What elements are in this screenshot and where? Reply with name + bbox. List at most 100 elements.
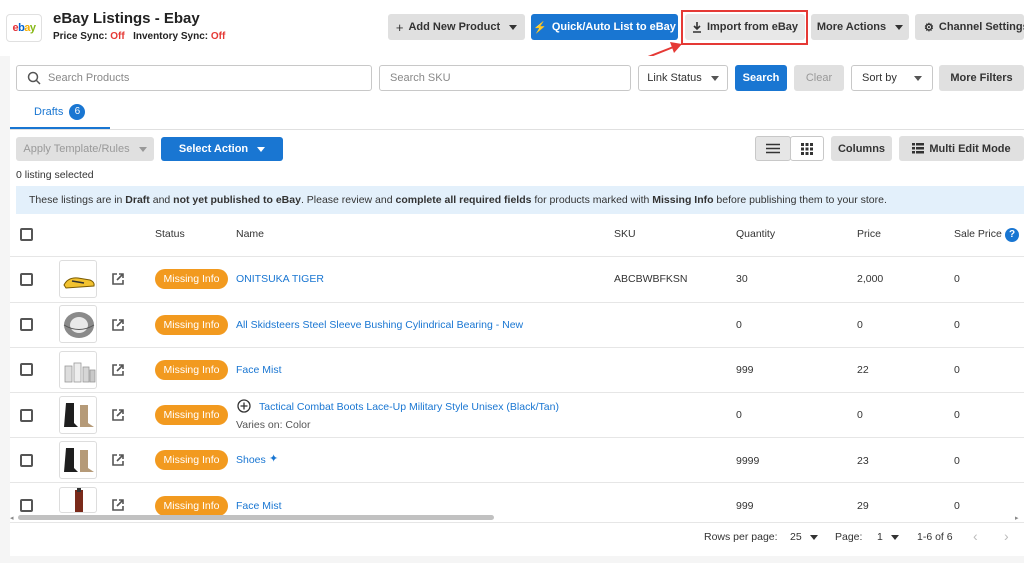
list-view-button[interactable] [755,136,791,161]
more-filters-button[interactable]: More Filters [939,65,1024,91]
quantity-cell: 9999 [736,455,760,467]
apply-template-dropdown[interactable]: Apply Template/Rules [16,137,154,161]
grid-icon [801,142,813,155]
sort-by-dropdown[interactable]: Sort by [851,65,933,91]
external-link-icon[interactable] [111,318,125,332]
variation-info: Varies on: Color [236,419,311,431]
multi-edit-mode-button[interactable]: Multi Edit Mode [899,136,1024,161]
product-name-link[interactable]: ONITSUKA TIGER [236,273,324,285]
search-icon [27,71,41,85]
page-title: eBay Listings - Ebay [53,10,200,27]
column-header-price[interactable]: Price [857,228,881,240]
page-label: Page: [835,531,863,543]
scroll-right-icon[interactable]: ▸ [1015,514,1019,522]
scroll-left-icon[interactable]: ◂ [10,514,14,522]
sku-search-input[interactable]: Search SKU [379,65,631,91]
row-checkbox[interactable] [20,499,33,512]
row-divider [10,347,1024,348]
row-checkbox[interactable] [20,454,33,467]
sale-price-cell: 0 [954,409,960,421]
row-divider [10,302,1024,303]
page-select[interactable]: 1 [877,531,899,543]
row-checkbox[interactable] [20,273,33,286]
product-name-link[interactable]: Tactical Combat Boots Lace-Up Military S… [259,401,559,413]
quantity-cell: 0 [736,319,742,331]
header-divider [10,256,1024,257]
sale-price-cell: 0 [954,319,960,331]
status-badge: Missing Info [155,315,228,335]
gear-icon: ⚙ [924,21,934,34]
product-name-link[interactable]: Shoes [236,454,266,466]
link-status-dropdown[interactable]: Link Status [638,65,728,91]
product-thumbnail [59,351,97,389]
status-badge: Missing Info [155,405,228,425]
row-checkbox[interactable] [20,363,33,376]
chevron-down-icon [710,75,719,81]
chevron-down-icon [914,75,922,81]
product-name-link[interactable]: Face Mist [236,364,282,376]
next-page-icon[interactable]: › [1004,528,1009,544]
tab-drafts[interactable]: Drafts 6 [34,104,86,120]
column-header-name[interactable]: Name [236,228,264,240]
price-cell: 23 [857,455,869,467]
chevron-down-icon [895,24,904,30]
row-checkbox[interactable] [20,318,33,331]
select-all-checkbox[interactable] [20,228,33,241]
sparkle-icon: ✦ [269,453,279,465]
clear-button[interactable]: Clear [794,65,844,91]
status-badge: Missing Info [155,360,228,380]
columns-button[interactable]: Columns [831,136,892,161]
channel-settings-button[interactable]: ⚙ Channel Settings [915,14,1024,40]
external-link-icon[interactable] [111,498,125,512]
grid-view-button[interactable] [790,136,824,161]
quick-list-button[interactable]: ⚡ Quick/Auto List to eBay [531,14,678,40]
external-link-icon[interactable] [111,363,125,377]
quantity-cell: 30 [736,273,748,285]
status-badge: Missing Info [155,269,228,289]
chevron-down-icon [257,146,266,152]
product-name-link[interactable]: Face Mist [236,500,282,512]
table-edit-icon [912,143,925,154]
horizontal-scrollbar[interactable] [18,515,494,520]
row-divider [10,482,1024,483]
sale-price-cell: 0 [954,273,960,285]
price-cell: 29 [857,500,869,512]
search-button[interactable]: Search [735,65,787,91]
external-link-icon[interactable] [111,272,125,286]
column-header-quantity[interactable]: Quantity [736,228,775,240]
chevron-down-icon [509,24,518,30]
quantity-cell: 999 [736,500,754,512]
selection-count: 0 listing selected [16,169,94,181]
expand-variations-icon[interactable] [237,399,251,413]
help-icon[interactable]: ? [1005,228,1019,242]
column-header-sku[interactable]: SKU [614,228,636,240]
add-new-product-button[interactable]: + Add New Product [388,14,525,40]
tab-divider [10,129,1024,130]
price-cell: 22 [857,364,869,376]
product-thumbnail [59,305,97,343]
external-link-icon[interactable] [111,408,125,422]
footer-divider [10,522,1024,523]
rows-per-page-select[interactable]: 25 [790,531,818,543]
column-header-sale-price[interactable]: Sale Price [954,228,1002,240]
search-input[interactable]: Search Products [16,65,372,91]
column-header-status[interactable]: Status [155,228,185,240]
product-thumbnail [59,487,97,513]
product-thumbnail [59,441,97,479]
product-name-link[interactable]: All Skidsteers Steel Sleeve Bushing Cyli… [236,319,523,331]
more-actions-button[interactable]: More Actions [811,14,909,40]
prev-page-icon[interactable]: ‹ [973,528,978,544]
chevron-down-icon [138,146,147,152]
sale-price-cell: 0 [954,455,960,467]
list-icon [766,143,780,154]
external-link-icon[interactable] [111,453,125,467]
sync-status: Price Sync: Off Inventory Sync: Off [53,31,226,42]
price-cell: 2,000 [857,273,884,285]
price-cell: 0 [857,319,863,331]
status-badge: Missing Info [155,496,228,516]
select-action-dropdown[interactable]: Select Action [161,137,283,161]
quantity-cell: 999 [736,364,754,376]
rows-per-page-label: Rows per page: [704,531,778,543]
row-checkbox[interactable] [20,409,33,422]
page-range: 1-6 of 6 [917,531,953,543]
